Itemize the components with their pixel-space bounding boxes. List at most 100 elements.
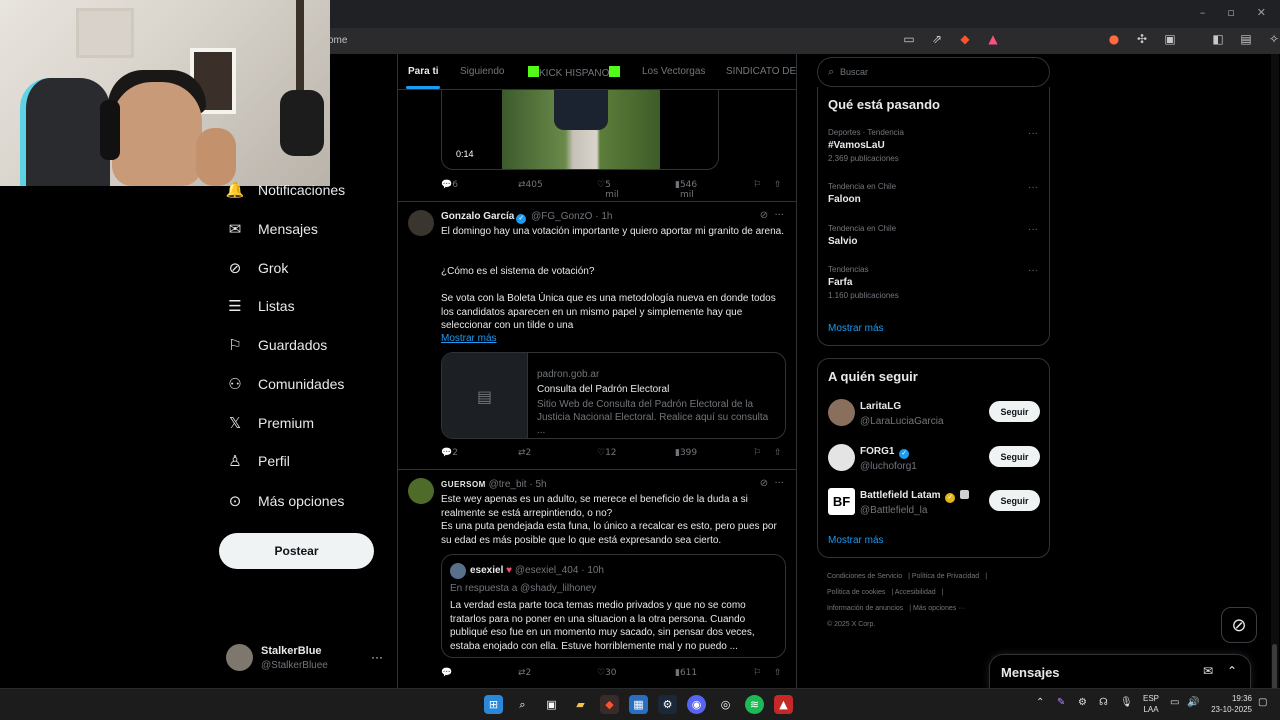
extension-fire-icon[interactable]: ●	[1107, 32, 1121, 46]
sidebar-item-lists[interactable]: ☰ Listas	[226, 297, 294, 315]
close-button[interactable]: ✕	[1257, 6, 1266, 19]
wallet-icon[interactable]: ▤	[1239, 32, 1253, 46]
views-button[interactable]: ▮ 611	[675, 668, 697, 678]
discord-icon[interactable]: ◉	[687, 695, 706, 714]
task-view-icon[interactable]: ▣	[542, 695, 561, 714]
footer-link[interactable]: Condiciones de Servicio	[827, 573, 902, 580]
steam-icon[interactable]: ⚙	[658, 695, 677, 714]
footer-link[interactable]: Política de Privacidad	[912, 573, 979, 580]
search-icon[interactable]: ⌕	[513, 695, 532, 714]
screen-icon[interactable]: ▭	[902, 32, 916, 46]
language-indicator[interactable]: ESP LAA	[1143, 693, 1159, 715]
tweet-time[interactable]: 5h	[535, 479, 546, 490]
repost-button[interactable]: ⇄ 2	[518, 448, 531, 458]
more-icon[interactable]: ···	[774, 478, 784, 489]
follow-button[interactable]: Seguir	[989, 401, 1040, 422]
tweet-video[interactable]: 0:14	[441, 90, 719, 170]
steam-tray-icon[interactable]: ⚙	[1078, 697, 1087, 708]
follow-suggestion[interactable]: FORG1 ✓ @luchoforg1 Seguir	[828, 444, 1040, 474]
minimize-button[interactable]: –	[1200, 6, 1206, 19]
follow-suggestion[interactable]: LaritaLG @LaraLuciaGarcia Seguir	[828, 399, 1040, 429]
photos-icon[interactable]: ▦	[629, 695, 648, 714]
sidebar-item-grok[interactable]: ⊘ Grok	[226, 259, 289, 277]
like-button[interactable]: ♡ 5 mil	[597, 180, 619, 200]
maximize-button[interactable]: ▫	[1227, 6, 1234, 19]
sidebar-item-profile[interactable]: ♙ Perfil	[226, 452, 290, 470]
tab-for-you[interactable]: Para ti	[408, 66, 439, 77]
avatar[interactable]	[408, 478, 434, 504]
account-switcher[interactable]: StalkerBlue @StalkerBluee ···	[226, 642, 386, 676]
sidebar-item-messages[interactable]: ✉ Mensajes	[226, 220, 318, 238]
share-icon[interactable]: ⇧	[774, 448, 782, 458]
extensions-icon[interactable]: ✣	[1135, 32, 1149, 46]
sidebar-item-more[interactable]: ⊙ Más opciones	[226, 492, 345, 510]
show-more-link[interactable]: Mostrar más	[828, 323, 884, 334]
tweet-time[interactable]: 1h	[601, 211, 612, 222]
tab-sindicato[interactable]: SINDICATO DE C	[726, 66, 796, 77]
sidebar-item-communities[interactable]: ⚇ Comunidades	[226, 375, 344, 393]
show-more-link[interactable]: Mostrar más	[441, 332, 497, 346]
clock[interactable]: 19:36 23-10-2025	[1208, 693, 1252, 715]
notifications-icon[interactable]: ▢	[1258, 697, 1267, 708]
tab-los-vectorgas[interactable]: Los Vectorgas	[642, 66, 705, 77]
scrollbar[interactable]	[1271, 54, 1279, 714]
follow-suggestion[interactable]: BF Battlefield Latam ✓ @Battlefield_la S…	[828, 488, 1040, 518]
reply-button[interactable]: 💬	[441, 668, 452, 678]
repost-button[interactable]: ⇄ 405	[518, 180, 543, 190]
tray-app-icon[interactable]: ✎	[1057, 697, 1065, 708]
trend-item[interactable]: Tendencia en Chile Salvio ···	[828, 224, 1038, 247]
url-text[interactable]: ome	[328, 35, 347, 46]
author-handle[interactable]: @FG_GonzO	[531, 211, 592, 222]
quoted-tweet[interactable]: esexiel ♥ @esexiel_404 · 10h En respuest…	[441, 554, 786, 658]
more-icon[interactable]: ···	[1028, 224, 1038, 235]
bookmark-icon[interactable]: ⚐	[753, 668, 761, 678]
like-button[interactable]: ♡ 30	[597, 668, 617, 678]
brave-shield-icon[interactable]: ◆	[958, 32, 972, 46]
network-icon[interactable]: ▭	[1170, 697, 1179, 708]
views-button[interactable]: ▮ 546 mil	[675, 180, 697, 200]
trend-item[interactable]: Tendencia en Chile Faloon ···	[828, 182, 1038, 205]
leo-icon[interactable]: ✧	[1267, 32, 1280, 46]
sidebar-item-bookmarks[interactable]: ⚐ Guardados	[226, 336, 327, 354]
post-button[interactable]: Postear	[219, 533, 374, 569]
trend-item[interactable]: Tendencias Farfa 1.160 publicaciones ···	[828, 265, 1038, 300]
views-button[interactable]: ▮ 399	[675, 448, 697, 458]
grok-float-button[interactable]: ⊘	[1221, 607, 1257, 643]
follow-button[interactable]: Seguir	[989, 446, 1040, 467]
more-icon[interactable]: ···	[774, 210, 784, 221]
file-explorer-icon[interactable]: ▰	[571, 695, 590, 714]
repost-button[interactable]: ⇄ 2	[518, 668, 531, 678]
more-icon[interactable]: ···	[371, 650, 383, 664]
app-icon[interactable]: ▲	[774, 695, 793, 714]
microphone-icon[interactable]: 🎙	[1120, 697, 1133, 708]
grok-icon[interactable]: ⊘	[760, 210, 768, 221]
more-icon[interactable]: ···	[1028, 265, 1038, 276]
volume-icon[interactable]: 🔊	[1187, 697, 1199, 708]
more-icon[interactable]: ···	[1028, 128, 1038, 139]
new-message-icon[interactable]: ✉	[1203, 664, 1213, 678]
avatar[interactable]	[408, 210, 434, 236]
sidebar-item-notifications[interactable]: 🔔 Notificaciones	[226, 181, 346, 199]
share-icon[interactable]: ⇗	[930, 32, 944, 46]
footer-link[interactable]: Más opciones ···	[913, 605, 965, 612]
footer-link[interactable]: Política de cookies	[827, 589, 885, 596]
bookmark-icon[interactable]: ⚐	[753, 448, 761, 458]
footer-link[interactable]: Información de anuncios	[827, 605, 903, 612]
headset-tray-icon[interactable]: ☊	[1099, 697, 1108, 708]
grok-icon[interactable]: ⊘	[760, 478, 768, 489]
obs-icon[interactable]: ◎	[716, 695, 735, 714]
start-icon[interactable]: ⊞	[484, 695, 503, 714]
trend-item[interactable]: Deportes · Tendencia #VamosLaU 2.369 pub…	[828, 128, 1038, 163]
share-icon[interactable]: ⇧	[774, 668, 782, 678]
brave-rewards-icon[interactable]: ▲	[986, 32, 1000, 46]
reply-button[interactable]: 💬 2	[441, 448, 458, 458]
author-name[interactable]: Gonzalo García	[441, 211, 514, 222]
brave-icon[interactable]: ◆	[600, 695, 619, 714]
sidebar-item-premium[interactable]: 𝕏 Premium	[226, 414, 314, 432]
share-icon[interactable]: ⇧	[774, 180, 782, 190]
chevron-up-icon[interactable]: ⌃	[1036, 697, 1044, 708]
search-input[interactable]: ⌕ Buscar	[817, 57, 1050, 87]
reply-button[interactable]: 💬 6	[441, 180, 458, 190]
sidebar-icon[interactable]: ◧	[1211, 32, 1225, 46]
author-handle[interactable]: @tre_bit	[489, 479, 527, 490]
